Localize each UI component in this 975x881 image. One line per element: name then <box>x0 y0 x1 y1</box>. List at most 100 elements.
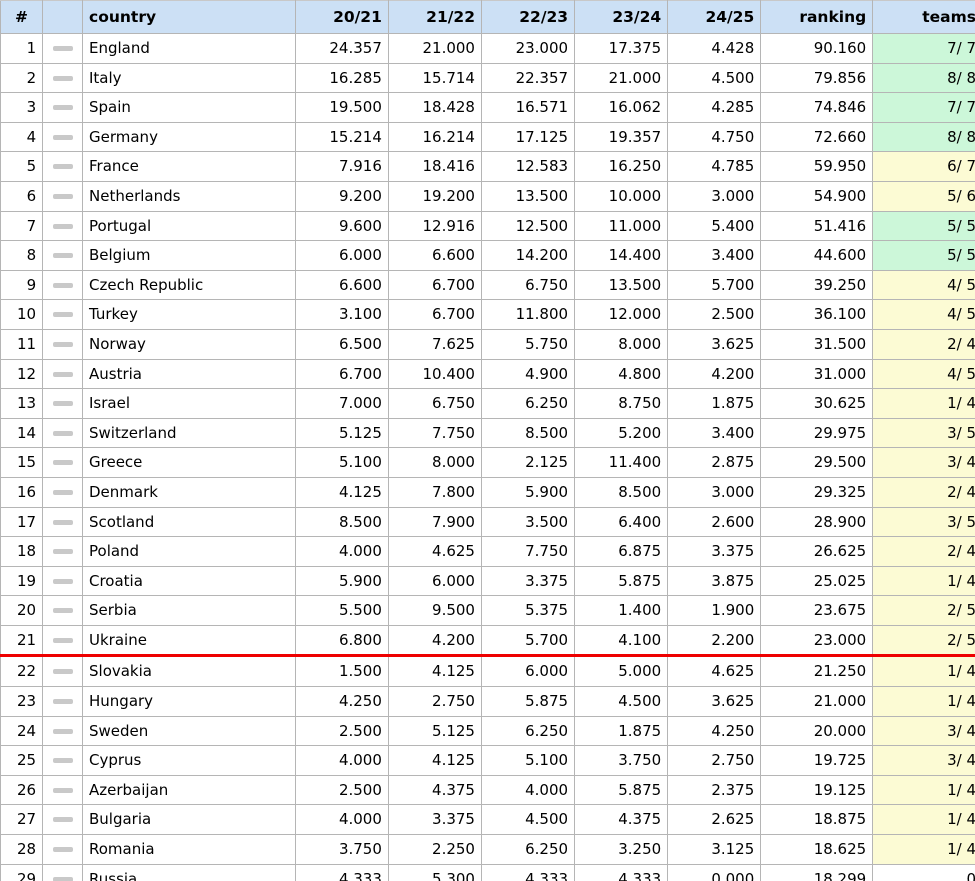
cell-country[interactable]: Azerbaijan <box>82 774 296 806</box>
table-row[interactable]: 10 Turkey 3.100 6.700 11.800 12.000 2.500 36.10… <box>0 299 975 330</box>
table-row[interactable]: 4 Germany 15.214 16.214 17.125 19.357 4.750 72.… <box>0 121 975 153</box>
cell-s2324: 4.375 <box>574 804 669 836</box>
cell-country[interactable]: Bulgaria <box>82 804 296 836</box>
cell-s2223: 23.000 <box>480 33 576 64</box>
cell-s2324: 8.500 <box>574 476 669 508</box>
cell-country[interactable]: Germany <box>82 121 296 153</box>
table-row[interactable]: 5 France 7.916 18.416 12.583 16.250 4.785 59.95… <box>0 151 975 182</box>
cell-country[interactable]: Russia <box>82 863 296 881</box>
cell-s2021: 5.125 <box>294 417 389 449</box>
cell-country[interactable]: Israel <box>82 388 296 419</box>
country-coefficient-table: # country 20/21 21/22 22/23 23/24 24/25 … <box>0 0 975 881</box>
no-change-dash-icon <box>52 46 73 51</box>
table-row[interactable]: 21 Ukraine 6.800 4.200 5.700 4.100 2.200 23.000… <box>0 624 975 658</box>
cell-country[interactable]: Belgium <box>82 240 296 271</box>
cell-rank: 12 <box>0 358 44 390</box>
column-header-2324[interactable]: 23/24 <box>574 0 669 34</box>
column-header-movement[interactable] <box>42 0 83 34</box>
cell-country[interactable]: Serbia <box>82 595 296 626</box>
column-header-2021[interactable]: 20/21 <box>294 0 389 34</box>
column-header-teams[interactable]: teams <box>872 0 975 34</box>
movement-cell <box>42 269 83 301</box>
table-row[interactable]: 15 Greece 5.100 8.000 2.125 11.400 2.875 29.500… <box>0 447 975 478</box>
cell-country[interactable]: Spain <box>82 92 296 123</box>
cell-country[interactable]: Croatia <box>82 565 296 597</box>
cell-country[interactable]: Netherlands <box>82 180 296 212</box>
cell-country[interactable]: Cyprus <box>82 745 296 776</box>
table-row[interactable]: 26 Azerbaijan 2.500 4.375 4.000 5.875 2.375 19.… <box>0 774 975 806</box>
table-row[interactable]: 9 Czech Republic 6.600 6.700 6.750 13.500 5.70… <box>0 269 975 301</box>
no-change-dash-icon <box>52 460 73 466</box>
cell-country[interactable]: Hungary <box>82 686 296 717</box>
cell-country[interactable]: Switzerland <box>82 417 296 449</box>
column-header-2223[interactable]: 22/23 <box>480 0 576 34</box>
cell-country[interactable]: Austria <box>82 358 296 390</box>
cell-country[interactable]: Ukraine <box>82 624 296 658</box>
cell-ranking: 19.125 <box>760 774 874 806</box>
table-row[interactable]: 18 Poland 4.000 4.625 7.750 6.875 3.375 26.625 2… <box>0 536 975 567</box>
cell-s2021: 2.500 <box>294 774 389 806</box>
column-header-rank[interactable]: # <box>0 0 44 34</box>
column-header-ranking[interactable]: ranking <box>760 0 874 34</box>
table-row[interactable]: 3 Spain 19.500 18.428 16.571 16.062 4.285 74.84… <box>0 92 975 123</box>
cell-country[interactable]: Denmark <box>82 476 296 508</box>
cell-country[interactable]: Sweden <box>82 715 296 747</box>
cell-rank: 13 <box>0 388 44 419</box>
cell-country[interactable]: Norway <box>82 328 296 360</box>
no-change-dash-icon <box>52 371 73 377</box>
cell-s2425: 3.625 <box>667 686 762 717</box>
table-row[interactable]: 13 Israel 7.000 6.750 6.250 8.750 1.875 30.625 1… <box>0 388 975 419</box>
table-row[interactable]: 7 Portugal 9.600 12.916 12.500 11.000 5.400 51.… <box>0 210 975 242</box>
table-row[interactable]: 28 Romania 3.750 2.250 6.250 3.250 3.125 18.625… <box>0 834 975 865</box>
table-row[interactable]: 8 Belgium 6.000 6.600 14.200 14.400 3.400 44.60… <box>0 240 975 271</box>
table-row[interactable]: 24 Sweden 2.500 5.125 6.250 1.875 4.250 20.000 3… <box>0 715 975 747</box>
cell-teams: 3/ 4 <box>872 447 975 478</box>
cell-rank: 2 <box>0 62 44 94</box>
no-change-dash-icon <box>52 105 73 111</box>
table-row[interactable]: 1 England 24.357 21.000 23.000 17.375 4.428 90.… <box>0 33 975 64</box>
cell-country[interactable]: Portugal <box>82 210 296 242</box>
table-row[interactable]: 20 Serbia 5.500 9.500 5.375 1.400 1.900 23.675 2… <box>0 595 975 626</box>
table-row[interactable]: 22 Slovakia 1.500 4.125 6.000 5.000 4.625 21.25… <box>0 655 975 688</box>
table-row[interactable]: 25 Cyprus 4.000 4.125 5.100 3.750 2.750 19.725 3… <box>0 745 975 776</box>
column-header-country[interactable]: country <box>82 0 296 34</box>
cell-country[interactable]: Turkey <box>82 299 296 330</box>
table-row[interactable]: 27 Bulgaria 4.000 3.375 4.500 4.375 2.625 18.87… <box>0 804 975 836</box>
cell-s2425: 2.625 <box>667 804 762 836</box>
cell-s2122: 21.000 <box>387 33 482 64</box>
table-row[interactable]: 2 Italy 16.285 15.714 22.357 21.000 4.500 79.85… <box>0 62 975 94</box>
column-header-2122[interactable]: 21/22 <box>387 0 482 34</box>
column-header-2425[interactable]: 24/25 <box>667 0 762 34</box>
table-row[interactable]: 12 Austria 6.700 10.400 4.900 4.800 4.200 31.00… <box>0 358 975 390</box>
cell-s2425: 2.375 <box>667 774 762 806</box>
cell-country[interactable]: Romania <box>82 834 296 865</box>
table-row[interactable]: 14 Switzerland 5.125 7.750 8.500 5.200 3.400 29… <box>0 417 975 449</box>
movement-cell <box>42 151 83 182</box>
cell-country[interactable]: England <box>82 33 296 64</box>
cell-rank: 11 <box>0 328 44 360</box>
movement-cell <box>42 299 83 330</box>
cell-country[interactable]: Scotland <box>82 506 296 538</box>
cell-teams: 1/ 4 <box>872 655 975 688</box>
cell-country[interactable]: Greece <box>82 447 296 478</box>
table-row[interactable]: 11 Norway 6.500 7.625 5.750 8.000 3.625 31.500 2… <box>0 328 975 360</box>
cell-teams: 2/ 4 <box>872 476 975 508</box>
cell-country[interactable]: Slovakia <box>82 655 296 688</box>
cell-country[interactable]: France <box>82 151 296 182</box>
cell-country[interactable]: Italy <box>82 62 296 94</box>
table-row[interactable]: 23 Hungary 4.250 2.750 5.875 4.500 3.625 21.000… <box>0 686 975 717</box>
cell-country[interactable]: Czech Republic <box>82 269 296 301</box>
cell-rank: 23 <box>0 686 44 717</box>
no-change-dash-icon <box>52 282 73 288</box>
cell-s2425: 4.750 <box>667 121 762 153</box>
table-row[interactable]: 19 Croatia 5.900 6.000 3.375 5.875 3.875 25.025… <box>0 565 975 597</box>
table-row[interactable]: 17 Scotland 8.500 7.900 3.500 6.400 2.600 28.90… <box>0 506 975 538</box>
cell-s2223: 17.125 <box>480 121 576 153</box>
cell-s2324: 1.875 <box>574 715 669 747</box>
cell-s2223: 5.750 <box>480 328 576 360</box>
table-row[interactable]: 29Russia4.3335.3004.3334.3330.00018.2990 <box>0 863 975 881</box>
no-change-dash-icon <box>52 637 73 643</box>
table-row[interactable]: 16 Denmark 4.125 7.800 5.900 8.500 3.000 29.325… <box>0 476 975 508</box>
cell-country[interactable]: Poland <box>82 536 296 567</box>
table-row[interactable]: 6 Netherlands 9.200 19.200 13.500 10.000 3.000… <box>0 180 975 212</box>
